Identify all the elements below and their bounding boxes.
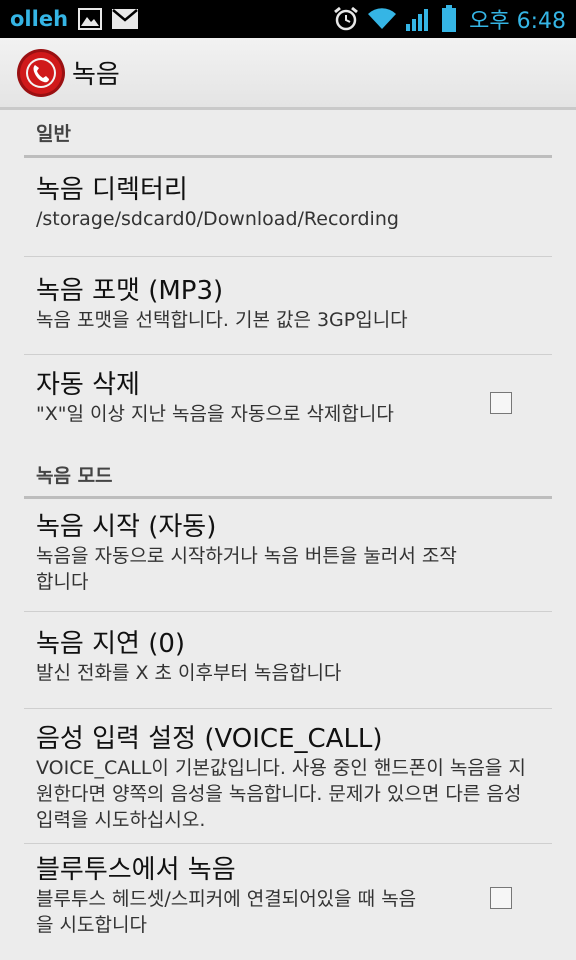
pref-summary: 블루투스 헤드셋/스피커에 연결되어있을 때 녹음을 시도합니다 — [36, 888, 417, 936]
pref-title: 블루투스에서 녹음 — [36, 855, 236, 885]
pref-bluetooth-recording[interactable]: 블루투스에서 녹음 블루투스 헤드셋/스피커에 연결되어있을 때 녹음을 시도합… — [24, 844, 552, 954]
category-header-general: 일반 — [24, 110, 552, 158]
signal-icon — [405, 6, 433, 32]
pref-title: 녹음 지연 (0) — [36, 629, 186, 659]
pref-title: 녹음 시작 (자동) — [36, 512, 217, 542]
wifi-icon — [367, 7, 397, 31]
image-notification-icon — [78, 8, 103, 30]
pref-summary: 녹음 포맷을 선택합니다. 기본 값은 3GP입니다 — [36, 309, 408, 331]
battery-icon — [441, 5, 457, 33]
alarm-icon — [333, 6, 359, 32]
status-bar: olleh 오후 6:48 — [0, 0, 576, 38]
action-bar: 녹음 — [0, 38, 576, 110]
pref-summary: /storage/sdcard0/Download/Recording — [36, 208, 399, 230]
page-title: 녹음 — [72, 60, 120, 90]
pref-auto-delete[interactable]: 자동 삭제 "X"일 이상 지난 녹음을 자동으로 삭제합니다 — [24, 355, 552, 453]
pref-recording-format[interactable]: 녹음 포맷 (MP3) 녹음 포맷을 선택합니다. 기본 값은 3GP입니다 — [24, 257, 552, 355]
pref-summary: VOICE_CALL이 기본값입니다. 사용 중인 핸드폰이 녹음을 지원한다면… — [36, 757, 526, 831]
pref-title: 음성 입력 설정 (VOICE_CALL) — [36, 724, 383, 754]
pref-summary: "X"일 이상 지난 녹음을 자동으로 삭제합니다 — [36, 403, 394, 425]
status-clock: 오후 6:48 — [469, 9, 566, 34]
pref-recording-start[interactable]: 녹음 시작 (자동) 녹음을 자동으로 시작하거나 녹음 버튼을 눌러서 조작합… — [24, 499, 552, 612]
mail-notification-icon — [112, 9, 139, 29]
pref-summary: 발신 전화를 X 초 이후부터 녹음합니다 — [36, 662, 342, 684]
carrier-label: olleh — [10, 7, 69, 31]
auto-delete-checkbox[interactable] — [490, 392, 512, 414]
pref-recording-delay[interactable]: 녹음 지연 (0) 발신 전화를 X 초 이후부터 녹음합니다 — [24, 612, 552, 709]
pref-recording-directory[interactable]: 녹음 디렉터리 /storage/sdcard0/Download/Record… — [24, 158, 552, 257]
preference-list: 일반 녹음 디렉터리 /storage/sdcard0/Download/Rec… — [24, 110, 552, 954]
call-recorder-app-icon[interactable] — [16, 48, 66, 98]
pref-title: 녹음 포맷 (MP3) — [36, 276, 224, 306]
pref-title: 녹음 디렉터리 — [36, 175, 188, 205]
bluetooth-recording-checkbox[interactable] — [490, 887, 512, 909]
pref-title: 자동 삭제 — [36, 370, 140, 400]
pref-summary: 녹음을 자동으로 시작하거나 녹음 버튼을 눌러서 조작합니다 — [36, 545, 457, 593]
category-header-recording-mode: 녹음 모드 — [24, 453, 552, 499]
pref-voice-input-source[interactable]: 음성 입력 설정 (VOICE_CALL) VOICE_CALL이 기본값입니다… — [24, 709, 552, 844]
